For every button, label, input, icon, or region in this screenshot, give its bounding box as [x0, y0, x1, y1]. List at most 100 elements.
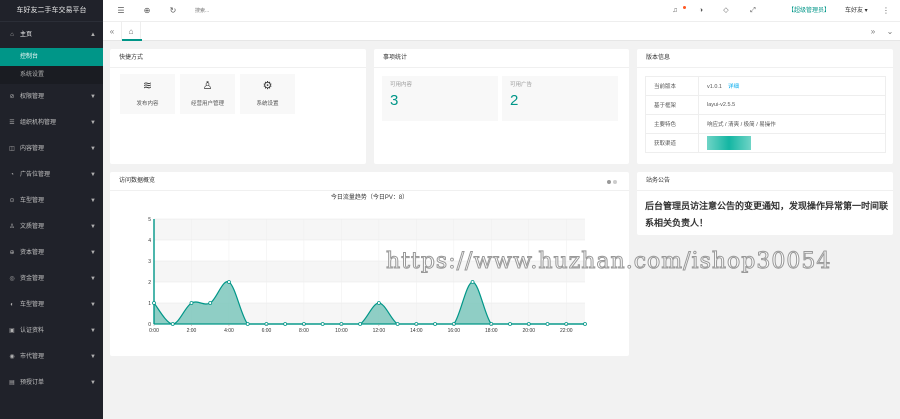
- chevron-down-icon: ▼: [90, 94, 96, 100]
- home-icon: ⌂: [10, 32, 14, 38]
- stat-box[interactable]: 可用内容 3: [382, 76, 498, 121]
- sidebar-item[interactable]: ⊙ 车型管理 ▼: [0, 188, 103, 214]
- sidebar-subitem[interactable]: 系统设置: [0, 66, 103, 84]
- series-point: [208, 301, 213, 305]
- version-table: 当前版本 v1.0.1 详细 基于框架 layui-v2.5.5 主要特色 响应式 / 清爽…: [645, 76, 886, 153]
- ad-icon: ◔: [10, 172, 14, 178]
- tab-bar: « ⌂ » ⌄: [103, 22, 900, 41]
- sidebar-item[interactable]: ⊘ 权限管理 ▼: [0, 84, 103, 110]
- quick-links-title: 快捷方式: [110, 49, 366, 68]
- sidebar-item[interactable]: ◐ 车型管理 ▼: [0, 292, 103, 318]
- org-icon: ☰: [9, 120, 15, 126]
- version-detail-link[interactable]: 详细: [728, 84, 739, 90]
- x-tick-label: 18:00: [485, 328, 498, 334]
- sidebar-item[interactable]: ☰ 组织机构管理 ▼: [0, 110, 103, 136]
- fullscreen-icon[interactable]: ⤢: [745, 0, 761, 22]
- sidebar-item-label: 内容管理: [20, 146, 45, 152]
- menu-toggle-icon[interactable]: ☰: [113, 0, 129, 22]
- sidebar-item[interactable]: ▤ 预授订单 ▼: [0, 370, 103, 396]
- chevron-down-icon: ▼: [90, 276, 96, 282]
- bell-icon[interactable]: ♫: [667, 0, 683, 22]
- content-icon: ◫: [9, 146, 15, 152]
- sidebar-item-label: 市代管理: [20, 354, 45, 360]
- notice-card: 站务公告 后台管理员访注意公告的变更通知，发现操作异常第一时间联系相关负责人！: [637, 172, 893, 235]
- version-row: 获取渠道: [645, 133, 886, 153]
- sidebar-item[interactable]: ◫ 内容管理 ▼: [0, 136, 103, 162]
- sidebar-item[interactable]: ◉ 市代管理 ▼: [0, 344, 103, 370]
- sidebar-item-label: 车型管理: [20, 302, 45, 308]
- order-icon: ▤: [9, 380, 15, 386]
- watermark-text: https://www.huzhan.com/ishop30054: [385, 249, 832, 275]
- quick-link-button[interactable]: ♙ 经营用户管理: [180, 74, 235, 114]
- series-point: [583, 322, 587, 326]
- version-key: 当前版本: [645, 76, 699, 96]
- layers-icon: ≋: [142, 80, 153, 92]
- series-point: [170, 322, 175, 326]
- series-point: [508, 322, 512, 326]
- agent-icon: ◉: [9, 354, 15, 360]
- sidebar-item-label: 广告位管理: [20, 172, 51, 178]
- car-icon: ⊙: [9, 198, 15, 204]
- stats-title: 事项统计: [374, 49, 629, 68]
- qr-code-image: [707, 136, 751, 150]
- tab-home[interactable]: ⌂: [121, 22, 142, 41]
- x-tick-label: 16:00: [448, 328, 461, 334]
- chevron-up-icon: ▲: [90, 32, 96, 38]
- version-row: 主要特色 响应式 / 清爽 / 极简 / 易操作: [645, 114, 886, 134]
- version-key: 基于框架: [645, 95, 699, 115]
- notification-dot: [683, 6, 686, 9]
- chevron-down-icon: ▼: [90, 172, 96, 178]
- home-icon: ⌂: [128, 27, 134, 36]
- quick-link-button[interactable]: ⚙ 系统设置: [240, 74, 295, 114]
- stat-box[interactable]: 可用广告 2: [502, 76, 618, 121]
- more-icon[interactable]: ⋮: [878, 0, 894, 22]
- sidebar-menu: ⌂ 主页 ▲ 控制台 系统设置 ⊘ 权限管理 ▼ ☰ 组织机构管理 ▼ ◫ 内容管理 ▼ ◔ 广告位管理 ▼ ⊙ 车…: [0, 22, 103, 396]
- refresh-icon[interactable]: ↻: [165, 0, 181, 22]
- tab-prev-icon[interactable]: «: [105, 22, 119, 41]
- series-point: [433, 322, 437, 326]
- sidebar-item[interactable]: ▣ 认证资料 ▼: [0, 318, 103, 344]
- user-icon: ♙: [202, 80, 213, 92]
- sidebar-item[interactable]: ⊕ 资本管理 ▼: [0, 240, 103, 266]
- y-tick-label: 5: [148, 217, 151, 223]
- doc-icon: ♙: [9, 224, 15, 230]
- x-tick-label: 2:00: [187, 328, 197, 334]
- tag-icon[interactable]: ◇: [718, 0, 734, 22]
- stat-label: 可用广告: [510, 82, 533, 88]
- sidebar-item[interactable]: ⌂ 主页 ▲: [0, 22, 103, 48]
- version-row: 当前版本 v1.0.1 详细: [645, 76, 886, 96]
- sidebar: 车好友二手车交易平台 ⌂ 主页 ▲ 控制台 系统设置 ⊘ 权限管理 ▼ ☰ 组织机构管理 ▼ ◫ 内容管…: [0, 0, 103, 419]
- series-point: [320, 322, 325, 326]
- sidebar-item-label: 认证资料: [20, 328, 45, 334]
- x-tick-label: 10:00: [335, 328, 348, 334]
- chevron-down-icon: ▼: [90, 380, 96, 386]
- tab-next-icon[interactable]: »: [866, 22, 880, 41]
- quick-link-button[interactable]: ≋ 发布内容: [120, 74, 175, 114]
- version-key: 获取渠道: [645, 133, 699, 153]
- search-input[interactable]: [195, 5, 275, 17]
- sidebar-item[interactable]: ♙ 文质管理 ▼: [0, 214, 103, 240]
- sidebar-subitem[interactable]: 控制台: [0, 48, 103, 66]
- sidebar-item-label: 资本管理: [20, 250, 45, 256]
- x-tick-label: 14:00: [410, 328, 423, 334]
- quick-link-label: 发布内容: [136, 101, 159, 107]
- sidebar-item-label: 组织机构管理: [20, 120, 57, 126]
- sidebar-item[interactable]: ◎ 资金管理 ▼: [0, 266, 103, 292]
- y-tick-label: 2: [148, 280, 151, 286]
- tab-menu-icon[interactable]: ⌄: [883, 22, 897, 41]
- car-type-icon: ◐: [10, 302, 14, 308]
- theme-icon[interactable]: ◑: [693, 0, 709, 22]
- sidebar-item[interactable]: ◔ 广告位管理 ▼: [0, 162, 103, 188]
- version-key: 主要特色: [645, 114, 699, 134]
- version-value-cell: v1.0.1 详细: [698, 76, 886, 96]
- series-point: [395, 322, 400, 326]
- globe-icon[interactable]: ⊕: [139, 0, 155, 22]
- y-tick-label: 4: [148, 238, 151, 244]
- cert-icon: ▣: [9, 328, 15, 334]
- quick-link-label: 经营用户管理: [190, 101, 224, 107]
- x-tick-label: 12:00: [373, 328, 386, 334]
- user-menu[interactable]: 车好友 ▾: [845, 0, 868, 22]
- chevron-down-icon: ▼: [90, 198, 96, 204]
- chevron-down-icon: ▼: [90, 302, 96, 308]
- version-value: 响应式 / 清爽 / 极简 / 易操作: [707, 122, 776, 128]
